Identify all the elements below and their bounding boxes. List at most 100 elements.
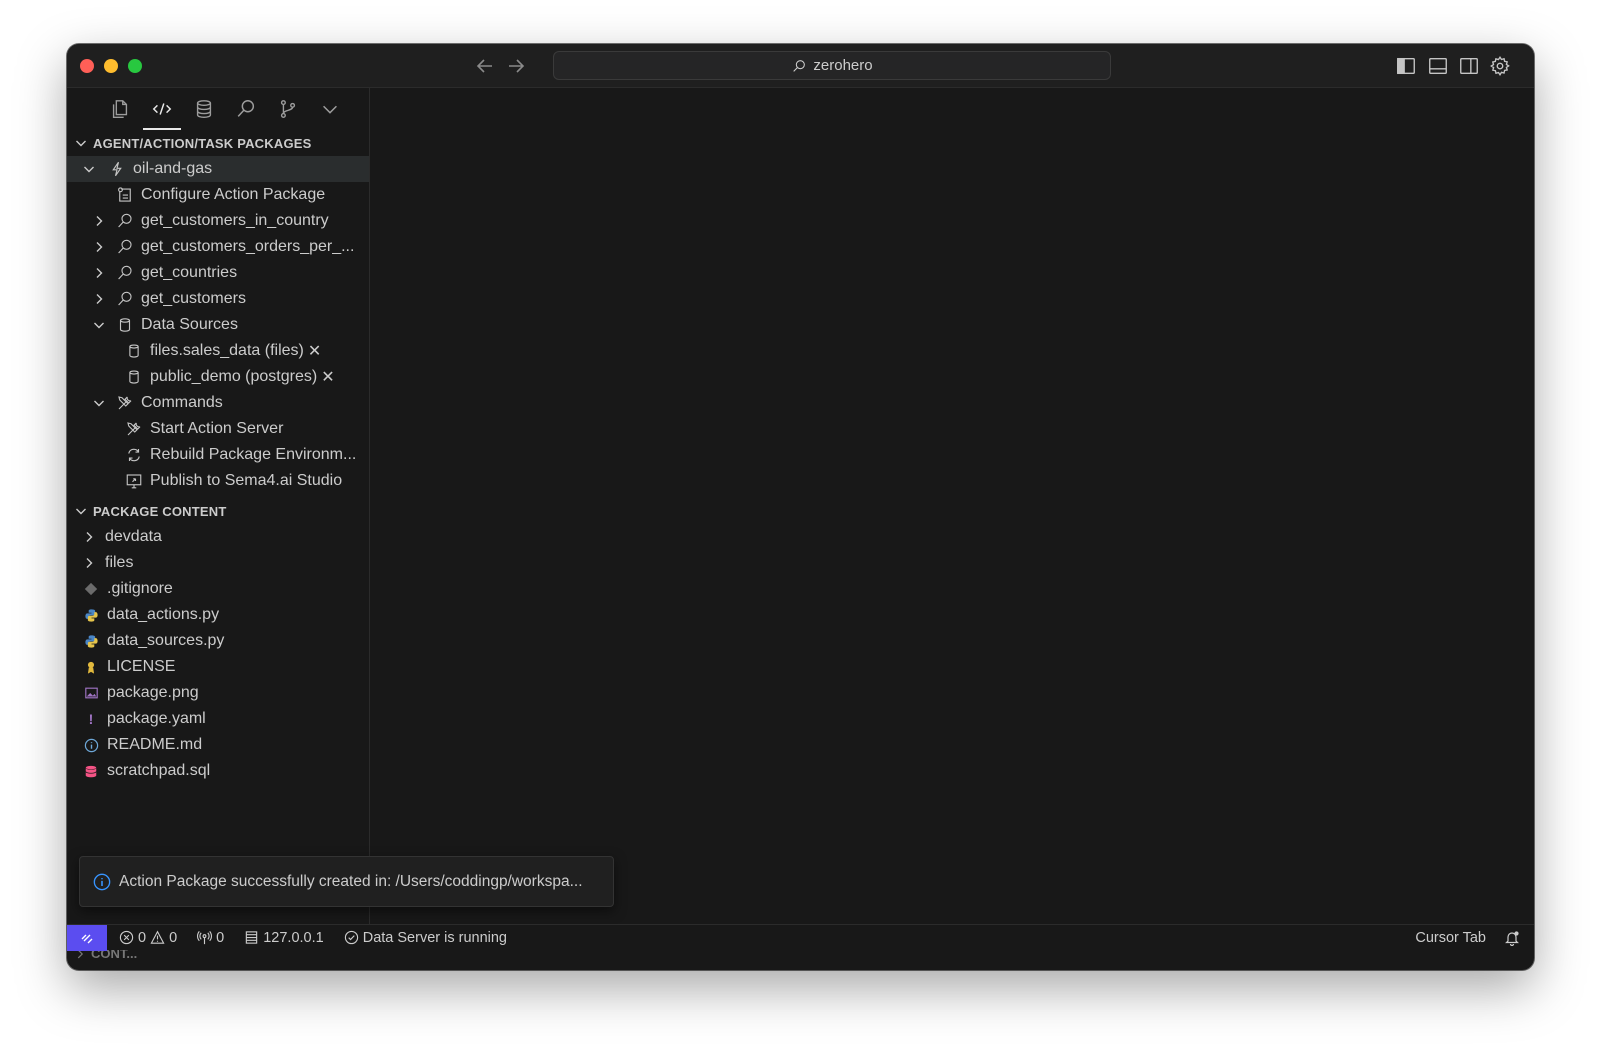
tree-item-package[interactable]: oil-and-gas <box>67 156 369 182</box>
tree-item-configure[interactable]: Configure Action Package <box>67 182 369 208</box>
file-label: README.md <box>107 736 203 753</box>
command-label: Start Action Server <box>150 420 284 437</box>
warning-count: 0 <box>169 929 178 946</box>
package-name: oil-and-gas <box>133 160 213 177</box>
file-label: package.png <box>107 684 199 701</box>
toggle-primary-sidebar-icon[interactable] <box>1395 55 1417 77</box>
ports-count: 0 <box>216 929 225 946</box>
host-indicator[interactable]: 127.0.0.1 <box>244 929 324 946</box>
info-icon <box>83 737 99 753</box>
command-center-search[interactable]: zerohero <box>553 51 1111 80</box>
tree-item-action[interactable]: get_countries <box>67 260 369 286</box>
chevron-down-icon <box>94 400 104 407</box>
tools-icon <box>115 393 135 413</box>
action-label: get_customers_in_country <box>141 212 329 229</box>
host-address: 127.0.0.1 <box>263 929 324 946</box>
notification-toast[interactable]: Action Package successfully created in: … <box>79 856 614 907</box>
check-circle-icon <box>344 930 358 945</box>
action-label: get_customers <box>141 290 246 307</box>
file-label: .gitignore <box>107 580 173 597</box>
folder-label: files <box>105 554 134 571</box>
search-icon <box>115 237 135 257</box>
close-window-button[interactable] <box>80 59 94 73</box>
tree-item-commands[interactable]: Commands <box>67 390 369 416</box>
file-label: LICENSE <box>107 658 176 675</box>
chevron-right-icon <box>86 558 93 568</box>
sema4-code-icon[interactable] <box>141 88 183 130</box>
file-item[interactable]: data_actions.py <box>67 602 369 628</box>
error-count: 0 <box>138 929 147 946</box>
database-icon <box>124 341 144 361</box>
file-item[interactable]: ! package.yaml <box>67 706 369 732</box>
source-control-icon[interactable] <box>267 88 309 130</box>
configure-label: Configure Action Package <box>141 186 326 203</box>
chevron-down-icon <box>76 508 86 515</box>
file-item[interactable]: LICENSE <box>67 654 369 680</box>
remote-icon <box>81 934 93 943</box>
notification-message: Action Package successfully created in: … <box>119 872 583 890</box>
server-icon <box>246 931 258 944</box>
tree-item-command-start-server[interactable]: Start Action Server <box>67 416 369 442</box>
tree-item-command-publish[interactable]: Publish to Sema4.ai Studio <box>67 468 369 494</box>
image-icon <box>83 685 99 701</box>
title-bar: zerohero <box>67 44 1534 88</box>
file-item[interactable]: package.png <box>67 680 369 706</box>
tree-item-data-sources[interactable]: Data Sources <box>67 312 369 338</box>
explorer-files-icon[interactable] <box>99 88 141 130</box>
broadcast-icon <box>197 931 213 945</box>
ports-indicator[interactable]: 0 <box>197 930 224 946</box>
content-section-header[interactable]: PACKAGE CONTENT <box>67 498 369 524</box>
publish-monitor-icon <box>124 471 144 491</box>
chevron-down-icon <box>76 140 86 147</box>
chevron-right-icon <box>96 294 103 304</box>
configure-icon <box>115 185 135 205</box>
folder-item[interactable]: files <box>67 550 369 576</box>
python-icon <box>83 607 99 623</box>
remove-data-source-icon[interactable]: ✕ <box>321 367 334 387</box>
tree-item-data-source[interactable]: public_demo (postgres) ✕ <box>67 364 369 390</box>
search-icon[interactable] <box>225 88 267 130</box>
cursor-tab-item[interactable]: Cursor Tab <box>1415 930 1486 946</box>
file-item[interactable]: data_sources.py <box>67 628 369 654</box>
toggle-panel-icon[interactable] <box>1427 55 1449 77</box>
data-source-label: public_demo (postgres) <box>150 368 318 385</box>
chevron-right-icon <box>86 532 93 542</box>
remote-indicator[interactable] <box>67 924 107 951</box>
tree-item-action[interactable]: get_customers_in_country <box>67 208 369 234</box>
packages-section-header[interactable]: AGENT/ACTION/TASK PACKAGES <box>67 130 369 156</box>
file-item[interactable]: README.md <box>67 732 369 758</box>
maximize-window-button[interactable] <box>128 59 142 73</box>
database-icon[interactable] <box>183 88 225 130</box>
chevron-right-icon <box>96 216 103 226</box>
search-icon <box>115 289 135 309</box>
notification-bell-icon[interactable] <box>1504 930 1520 946</box>
forward-arrow-icon[interactable] <box>504 54 528 78</box>
tree-item-data-source[interactable]: files.sales_data (files) ✕ <box>67 338 369 364</box>
remove-data-source-icon[interactable]: ✕ <box>308 341 321 361</box>
app-window: zerohero AGENT/ACTION/TASK PACKAGES oil-… <box>67 44 1534 970</box>
file-item[interactable]: .gitignore <box>67 576 369 602</box>
yaml-icon: ! <box>88 711 94 727</box>
tree-item-action[interactable]: get_customers_orders_per_... <box>67 234 369 260</box>
folder-label: devdata <box>105 528 162 545</box>
data-server-status[interactable]: Data Server is running <box>344 930 507 946</box>
license-icon <box>83 659 99 675</box>
refresh-icon <box>124 445 144 465</box>
data-source-label: files.sales_data (files) <box>150 342 304 359</box>
chevron-right-icon <box>96 268 103 278</box>
folder-item[interactable]: devdata <box>67 524 369 550</box>
content-section-title: PACKAGE CONTENT <box>93 503 227 519</box>
more-views-chevron-down-icon[interactable] <box>309 88 351 130</box>
database-icon <box>124 367 144 387</box>
sidebar: AGENT/ACTION/TASK PACKAGES oil-and-gas C… <box>67 88 370 961</box>
settings-gear-icon[interactable] <box>1489 55 1511 77</box>
tree-item-action[interactable]: get_customers <box>67 286 369 312</box>
problems-indicator[interactable]: 0 0 <box>119 930 177 946</box>
minimize-window-button[interactable] <box>104 59 118 73</box>
back-arrow-icon[interactable] <box>473 54 497 78</box>
warning-icon <box>150 930 165 944</box>
file-label: data_actions.py <box>107 606 220 623</box>
file-item[interactable]: scratchpad.sql <box>67 758 369 784</box>
tree-item-command-rebuild[interactable]: Rebuild Package Environm... <box>67 442 369 468</box>
toggle-secondary-sidebar-icon[interactable] <box>1458 55 1480 77</box>
